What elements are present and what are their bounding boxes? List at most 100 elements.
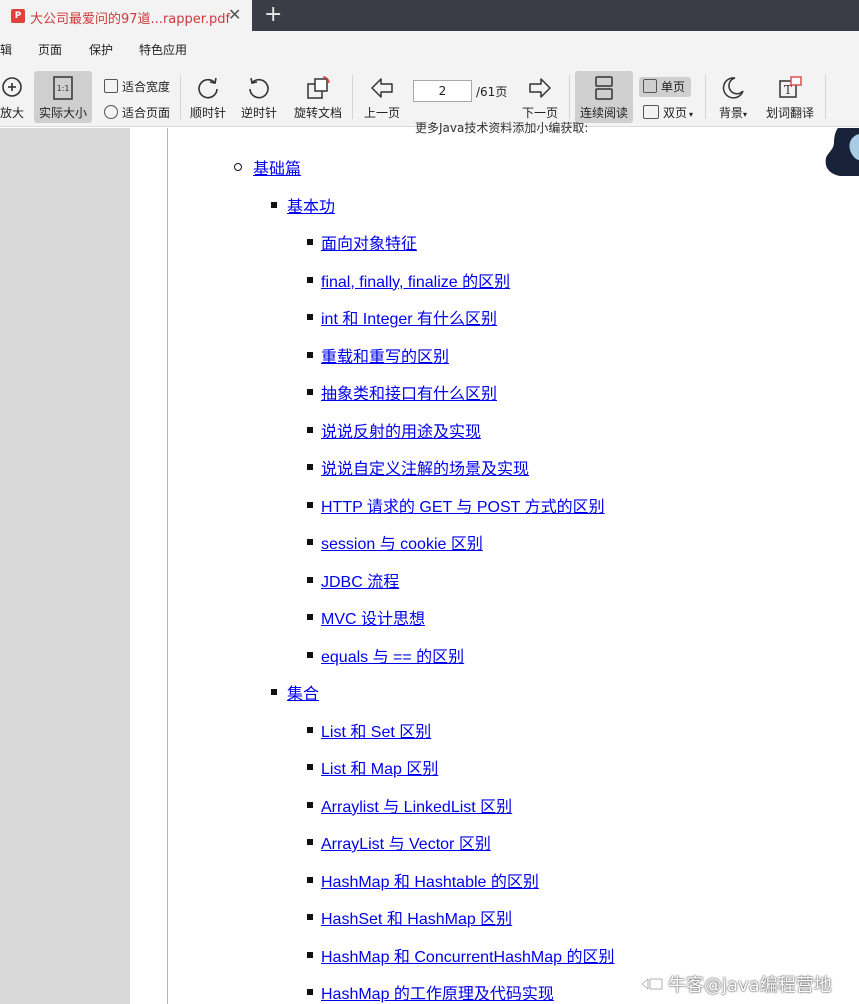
actual-size-icon: 1:1 <box>53 76 73 100</box>
svg-text:1:1: 1:1 <box>57 84 70 93</box>
toc-item-link[interactable]: HashMap 的工作原理及代码实现 <box>321 980 554 1004</box>
watermark-text: 牛客@java编程营地 <box>668 975 832 996</box>
watermark-logo-icon <box>640 977 663 991</box>
toc-bullet-square <box>307 801 313 808</box>
toc-bullet-square <box>307 539 313 545</box>
rotate-clockwise-label: 顺时针 <box>189 106 226 120</box>
page-number-input[interactable]: 2 <box>413 80 472 102</box>
toc-item-link[interactable]: HTTP 请求的 GET 与 POST 方式的区别 <box>321 493 605 517</box>
toc-bullet-square <box>307 351 313 358</box>
translate-button[interactable]: T 划词翻译 <box>763 71 817 123</box>
toc-item-link[interactable]: List 和 Set 区别 <box>321 718 431 742</box>
menu-page[interactable]: 页面 <box>38 41 62 58</box>
next-page-button[interactable]: 下一页 <box>518 71 562 123</box>
double-page-icon <box>643 105 659 119</box>
toc-bullet-square <box>307 651 313 658</box>
toc-bullet-square <box>307 426 313 433</box>
toc-bullet-square <box>307 951 313 958</box>
menu-edit[interactable]: 辑 <box>0 41 12 58</box>
background-button[interactable]: 背景▾ <box>711 71 755 123</box>
rotate-document-label: 旋转文档 <box>293 106 342 120</box>
rotate-counterclockwise-label: 逆时针 <box>240 106 277 120</box>
fit-page-button[interactable]: 适合页面 <box>104 103 170 123</box>
rotate-document-icon <box>307 76 330 99</box>
toc-item-link[interactable]: 抽象类和接口有什么区别 <box>321 380 497 404</box>
tab-bar: P 大公司最爱问的97道...rapper.pdf ✕ + <box>0 0 859 31</box>
page-margin-line <box>167 128 168 1004</box>
close-icon[interactable]: ✕ <box>228 6 241 24</box>
previous-page-label: 上一页 <box>363 106 400 120</box>
single-page-button[interactable]: 单页 <box>639 77 692 97</box>
new-tab-plus-icon[interactable]: + <box>264 2 282 28</box>
rotate-document-button[interactable]: 旋转文档 <box>291 71 345 123</box>
toc-item-link[interactable]: session 与 cookie 区别 <box>321 530 483 554</box>
fit-page-label: 适合页面 <box>122 106 171 120</box>
fit-width-icon <box>104 79 118 93</box>
partially-hidden-text: 更多Java技术资料添加小编获取: <box>415 121 589 135</box>
left-gutter <box>0 128 130 1004</box>
double-page-label: 双页 <box>663 106 688 120</box>
toc-bullet-square <box>307 914 313 920</box>
toc-item-link[interactable]: JDBC 流程 <box>321 568 399 592</box>
tab-title: 大公司最爱问的97道...rapper.pdf <box>30 12 231 27</box>
double-page-button[interactable]: 双页 ▾ <box>643 103 693 123</box>
previous-page-button[interactable]: 上一页 <box>360 71 404 123</box>
toc-item-link[interactable]: int 和 Integer 有什么区别 <box>321 305 497 329</box>
fit-width-button[interactable]: 适合宽度 <box>104 77 170 97</box>
translate-icon: T <box>779 76 802 98</box>
rotate-counterclockwise-button[interactable]: 逆时针 <box>237 71 281 123</box>
toc-item-link[interactable]: final, finally, finalize 的区别 <box>321 268 510 292</box>
toc-item-link[interactable]: 说说自定义注解的场景及实现 <box>321 455 529 479</box>
toc-item-link[interactable]: equals 与 == 的区别 <box>321 643 464 667</box>
toc-bullet-square <box>307 839 313 845</box>
toc-group-link[interactable]: 基本功 <box>287 193 335 217</box>
toc-group-link[interactable]: 集合 <box>287 680 319 704</box>
toc-item-link[interactable]: HashMap 和 Hashtable 的区别 <box>321 868 539 892</box>
zoom-in-label: 放大 <box>0 106 24 120</box>
fit-width-label: 适合宽度 <box>122 80 171 94</box>
fit-page-icon <box>104 105 118 119</box>
toc-section-link[interactable]: 基础篇 <box>253 155 301 179</box>
toc-item-link[interactable]: List 和 Map 区别 <box>321 755 438 779</box>
document-tab[interactable]: P 大公司最爱问的97道...rapper.pdf ✕ <box>0 0 252 31</box>
toc-bullet-square <box>307 239 313 245</box>
actual-size-label: 实际大小 <box>38 106 87 120</box>
toc-bullet-square <box>307 726 313 733</box>
single-page-label: 单页 <box>661 80 686 94</box>
moon-icon <box>722 77 744 99</box>
toc-bullet-square <box>307 276 313 283</box>
toc-item-link[interactable]: ArrayList 与 Vector 区别 <box>321 830 491 854</box>
zoom-in-button[interactable]: 放大 <box>0 71 30 123</box>
continuous-read-button[interactable]: 连续阅读 <box>575 71 633 123</box>
toc-item-link[interactable]: 说说反射的用途及实现 <box>321 418 481 442</box>
chevron-down-icon: ▾ <box>689 110 694 119</box>
toc-item-link[interactable]: 重载和重写的区别 <box>321 343 449 367</box>
toc-bullet-square <box>271 689 277 695</box>
menu-special-apps[interactable]: 特色应用 <box>139 41 187 58</box>
toc-bullet-circle <box>234 163 242 171</box>
toc-item-link[interactable]: MVC 设计思想 <box>321 605 425 629</box>
arrow-left-icon <box>371 78 393 98</box>
toc-bullet-square <box>307 614 313 620</box>
toolbar: 放大 1:1 实际大小 适合宽度 适合页面 顺时针 逆时针 旋转文档 上一页 2… <box>0 67 859 127</box>
toolbar-separator <box>569 75 570 119</box>
translate-label: 划词翻译 <box>765 106 814 120</box>
toc-bullet-square <box>307 576 313 583</box>
toc-item-link[interactable]: HashMap 和 ConcurrentHashMap 的区别 <box>321 943 614 967</box>
toolbar-separator <box>705 75 706 119</box>
toc-item-link[interactable]: 面向对象特征 <box>321 230 417 254</box>
pdf-file-icon: P <box>11 9 25 23</box>
toc-bullet-square <box>307 989 313 995</box>
single-page-icon <box>643 79 657 93</box>
toc-item-link[interactable]: Arraylist 与 LinkedList 区别 <box>321 793 512 817</box>
zoom-in-icon <box>2 77 22 97</box>
toc-bullet-square <box>307 314 313 320</box>
toc-bullet-square <box>307 389 313 395</box>
rotate-clockwise-button[interactable]: 顺时针 <box>186 71 230 123</box>
actual-size-button[interactable]: 1:1 实际大小 <box>34 71 92 123</box>
background-label: 背景▾ <box>718 106 748 120</box>
toolbar-separator <box>825 75 826 119</box>
toc-item-link[interactable]: HashSet 和 HashMap 区别 <box>321 905 512 929</box>
chevron-down-icon: ▾ <box>743 110 748 119</box>
menu-protect[interactable]: 保护 <box>89 41 113 58</box>
